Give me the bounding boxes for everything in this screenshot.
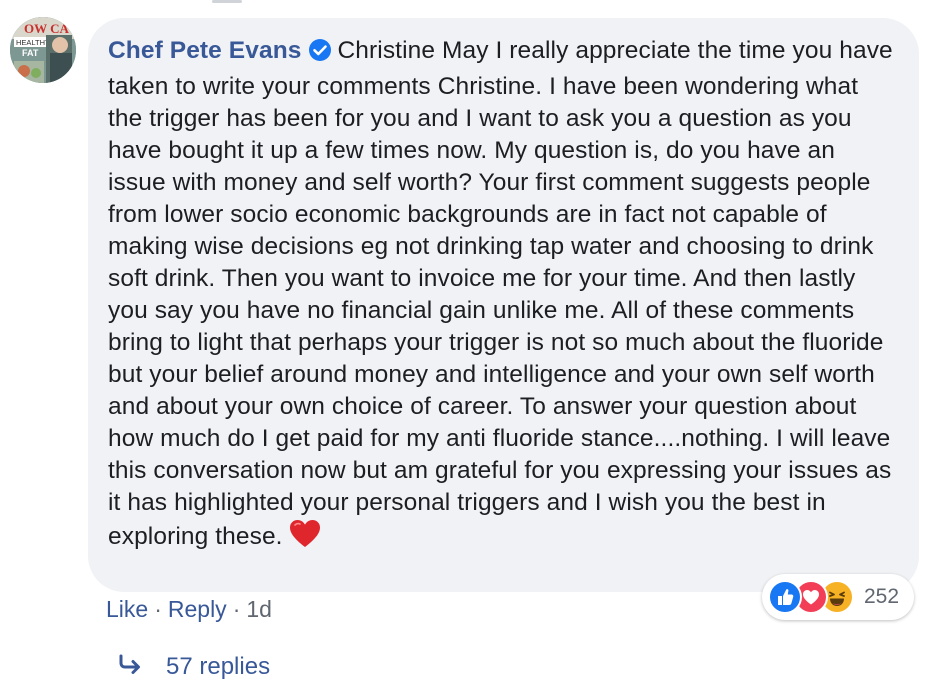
verified-badge-icon [308,38,332,71]
avatar-image: OW CA HEALTHY FAT [10,17,76,83]
svg-text:HEALTHY: HEALTHY [16,38,50,47]
heart-emoji-icon [289,519,321,558]
separator: · [232,596,241,622]
replies-count-label[interactable]: 57 replies [166,653,270,681]
separator: · [154,596,162,622]
like-icon [768,580,802,614]
svg-text:OW CA: OW CA [24,21,70,36]
comment-text: I really appreciate the time you have ta… [108,37,893,550]
svg-text:FAT: FAT [22,48,39,58]
comment-thread: OW CA HEALTHY FAT Chef Pete Evans Christi… [0,0,946,692]
like-button[interactable]: Like [106,596,148,623]
author-name-link[interactable]: Chef Pete Evans [108,37,302,64]
tagged-name[interactable]: Christine May [338,37,489,64]
avatar[interactable]: OW CA HEALTHY FAT [10,17,76,83]
reaction-count: 252 [864,585,900,608]
comment-bubble: Chef Pete Evans Christine May I really ap… [88,18,919,592]
reply-arrow-icon [118,653,144,681]
comment-actions: Like · Reply · 1d [106,596,272,623]
view-replies-link[interactable]: 57 replies [118,653,270,681]
timestamp-link[interactable]: 1d [246,596,272,623]
previous-item-edge [212,0,242,3]
reply-button[interactable]: Reply [168,596,227,623]
reactions-summary[interactable]: 252 [762,574,914,620]
comment-body: Chef Pete Evans Christine May I really ap… [108,35,899,558]
